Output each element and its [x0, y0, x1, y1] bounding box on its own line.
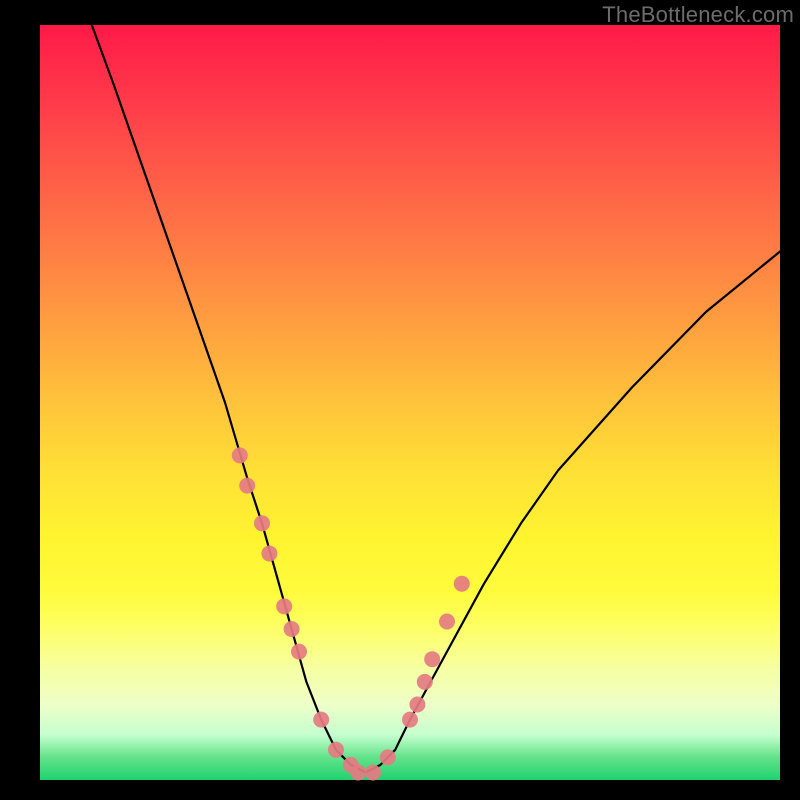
chart-frame: TheBottleneck.com: [0, 0, 800, 800]
highlight-markers: [232, 447, 470, 780]
chart-svg: [40, 25, 780, 780]
watermark-text: TheBottleneck.com: [602, 2, 794, 28]
plot-area: [40, 25, 780, 780]
